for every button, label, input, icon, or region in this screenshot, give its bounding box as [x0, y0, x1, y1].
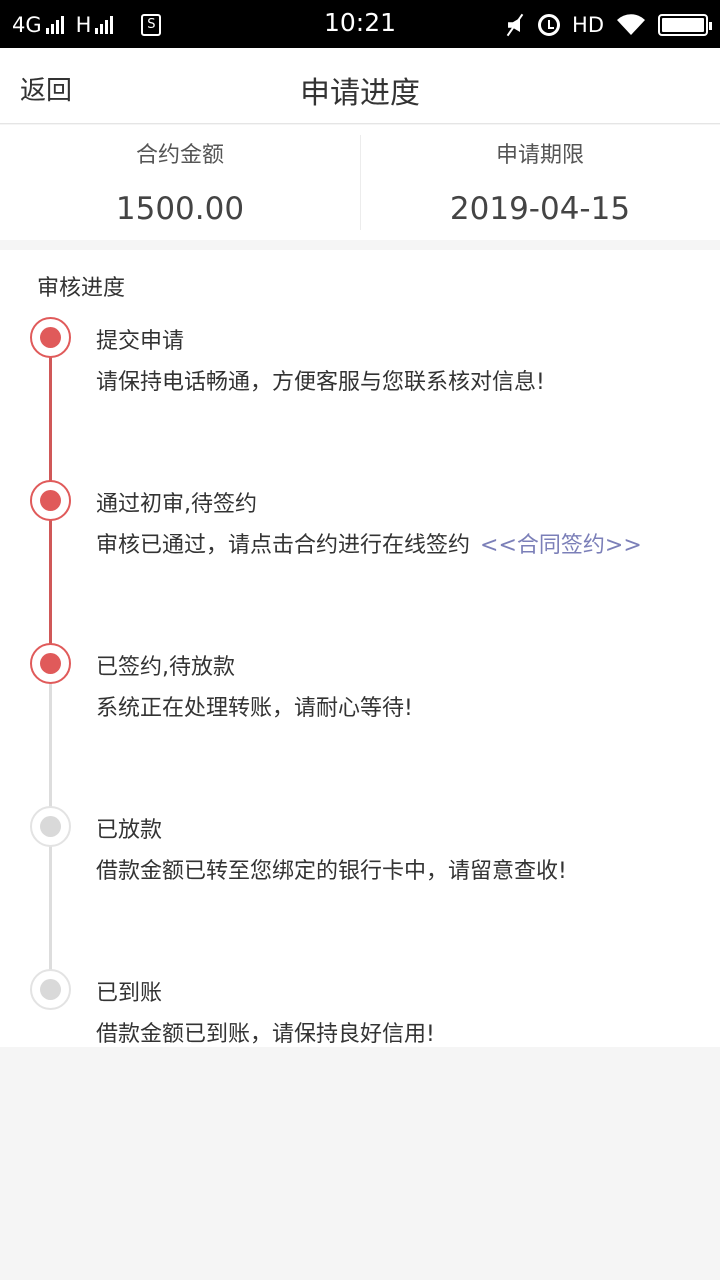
hd-label: HD: [572, 13, 604, 37]
step-title: 通过初审,待签约: [96, 492, 257, 517]
timeline-step: 已签约,待放款系统正在处理转账，请耐心等待!: [0, 643, 720, 763]
battery-icon: [658, 14, 712, 36]
step-pending-icon: [30, 969, 71, 1010]
timeline-step: 已放款借款金额已转至您绑定的银行卡中，请留意查收!: [0, 806, 720, 926]
status-bar: 4G H S 10:21 HD: [0, 0, 720, 48]
step-description: 借款金额已转至您绑定的银行卡中，请留意查收!: [96, 853, 567, 885]
nav-bar: 返回 申请进度: [0, 48, 720, 124]
step-title: 已签约,待放款: [96, 655, 235, 680]
step-description-text: 借款金额已转至您绑定的银行卡中，请留意查收!: [96, 859, 567, 884]
contract-summary: 合约金额 1500.00 申请期限 2019-04-15: [0, 125, 720, 240]
term-label: 申请期限: [495, 143, 584, 168]
step-title: 提交申请: [96, 329, 185, 354]
step-description-text: 审核已通过，请点击合约进行在线签约: [96, 533, 471, 558]
amount-cell: 合约金额 1500.00: [0, 125, 360, 240]
step-description: 系统正在处理转账，请耐心等待!: [96, 690, 413, 722]
step-done-icon: [30, 643, 71, 684]
step-title: 已到账: [96, 981, 163, 1006]
section-title: 审核进度: [37, 276, 126, 301]
term-value: 2019-04-15: [449, 191, 631, 227]
amount-value: 1500.00: [115, 191, 245, 227]
step-pending-icon: [30, 806, 71, 847]
timeline-step: 已到账借款金额已到账，请保持良好信用!: [0, 969, 720, 1089]
amount-label: 合约金额: [135, 143, 224, 168]
step-description-text: 请保持电话畅通，方便客服与您联系核对信息!: [96, 370, 545, 395]
step-title: 已放款: [96, 818, 163, 843]
step-description-text: 借款金额已到账，请保持良好信用!: [96, 1022, 435, 1047]
status-right: HD: [492, 10, 712, 40]
timeline-step: 提交申请请保持电话畅通，方便客服与您联系核对信息!: [0, 317, 720, 437]
step-description: 借款金额已到账，请保持良好信用!: [96, 1016, 435, 1048]
timeline-step: 通过初审,待签约审核已通过，请点击合约进行在线签约 <<合同签约>>: [0, 480, 720, 600]
step-description-text: 系统正在处理转账，请耐心等待!: [96, 696, 413, 721]
progress-section: 审核进度 提交申请请保持电话畅通，方便客服与您联系核对信息! 通过初审,待签约审核…: [0, 250, 720, 1047]
mute-icon: [504, 14, 526, 36]
contract-sign-link[interactable]: <<合同签约>>: [480, 533, 642, 558]
step-description: 请保持电话畅通，方便客服与您联系核对信息!: [96, 364, 545, 396]
alarm-icon: [538, 14, 561, 36]
step-done-icon: [30, 480, 71, 521]
page-title: 申请进度: [300, 76, 420, 111]
wifi-icon: [617, 14, 645, 35]
term-cell: 申请期限 2019-04-15: [360, 125, 720, 240]
step-done-icon: [30, 317, 71, 358]
step-description: 审核已通过，请点击合约进行在线签约 <<合同签约>>: [96, 527, 642, 559]
